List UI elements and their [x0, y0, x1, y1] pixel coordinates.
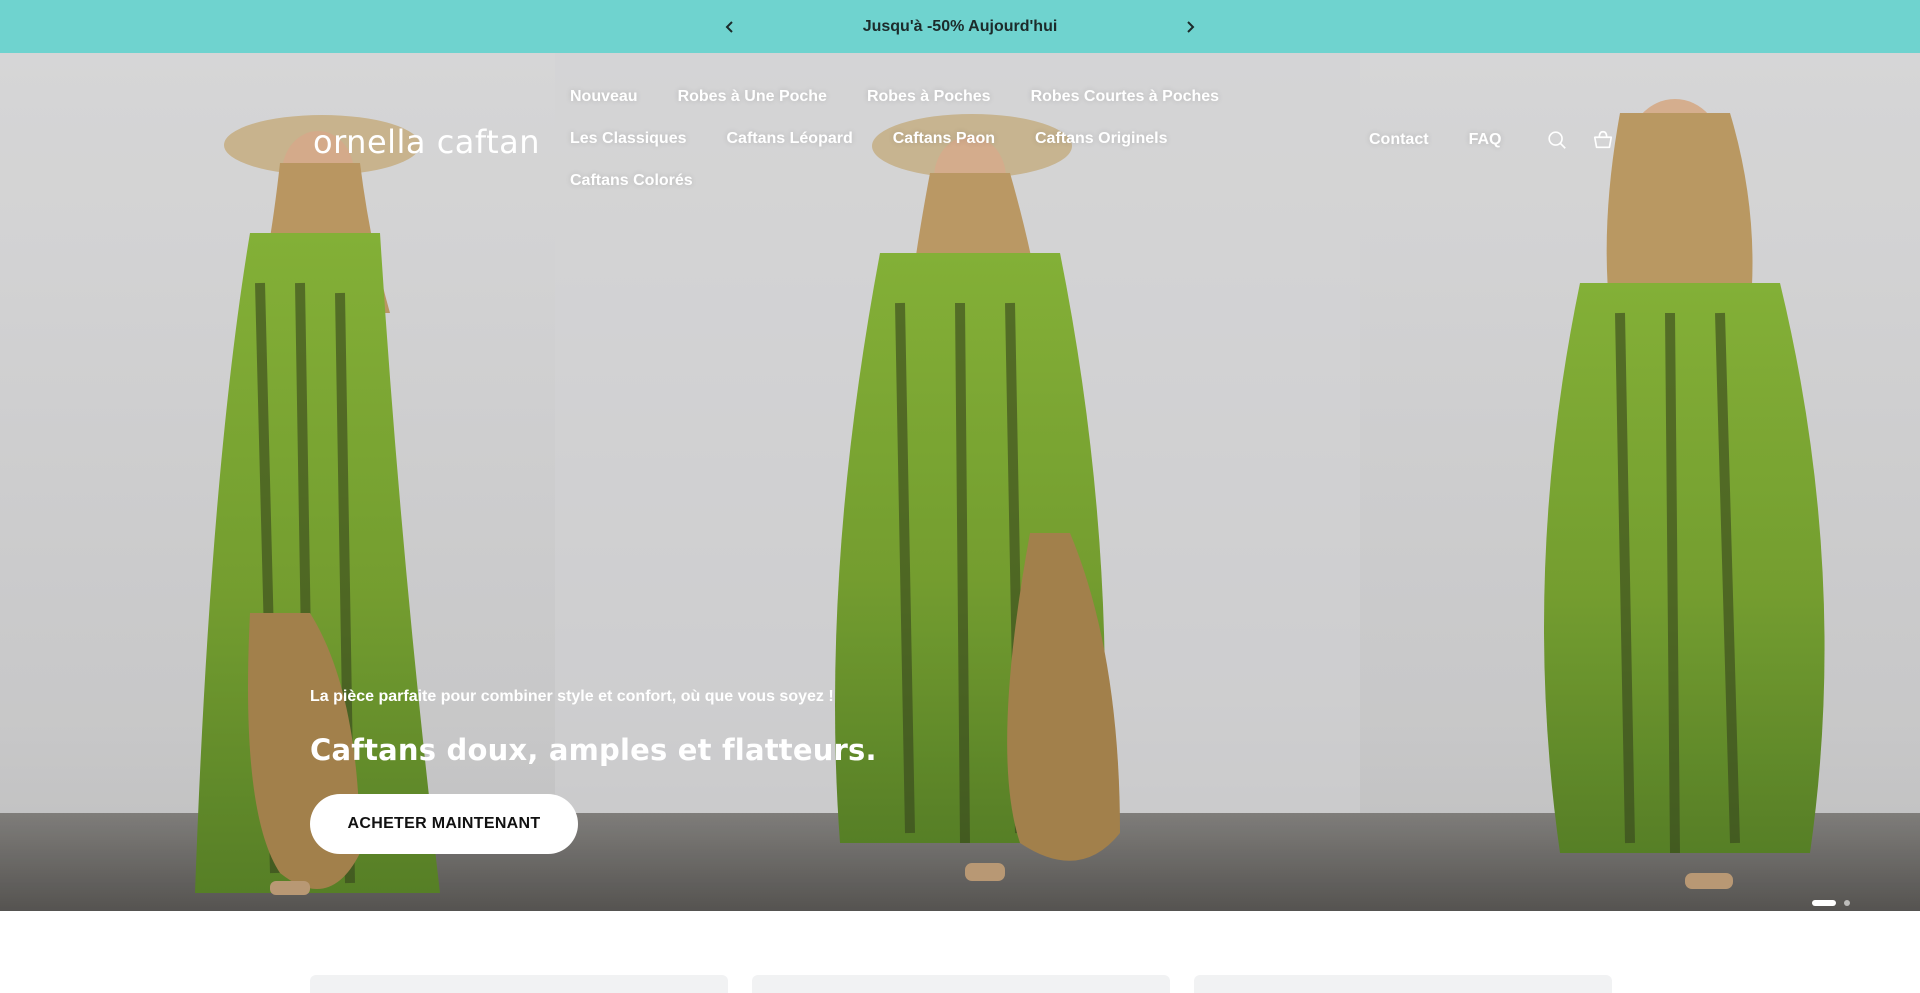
- shop-now-button[interactable]: ACHETER MAINTENANT: [310, 794, 578, 854]
- nav-item-leopard[interactable]: Caftans Léopard: [727, 128, 853, 150]
- nav-item-contact[interactable]: Contact: [1369, 129, 1429, 151]
- slide-dot[interactable]: [1844, 900, 1850, 906]
- hero-title: Caftans doux, amples et flatteurs.: [310, 733, 877, 767]
- slide-dot[interactable]: [1812, 900, 1836, 906]
- basket-icon[interactable]: [1591, 128, 1615, 152]
- site-header: ornella caftan Nouveau Robes à Une Poche…: [0, 53, 1920, 203]
- nav-item-originels[interactable]: Caftans Originels: [1035, 128, 1167, 150]
- collection-card[interactable]: [752, 975, 1170, 993]
- collection-cards: [310, 975, 1612, 993]
- announcement-bar: Jusqu'à -50% Aujourd'hui: [0, 0, 1920, 53]
- brand-logo[interactable]: ornella caftan: [313, 123, 540, 161]
- announcement-text: Jusqu'à -50% Aujourd'hui: [862, 17, 1058, 35]
- search-icon[interactable]: [1545, 128, 1569, 152]
- nav-item-faq[interactable]: FAQ: [1469, 129, 1502, 151]
- hero-content: La pièce parfaite pour combiner style et…: [310, 688, 877, 854]
- header-actions: Contact FAQ: [1369, 128, 1633, 152]
- collection-card[interactable]: [310, 975, 728, 993]
- nav-item-robes-une-poche[interactable]: Robes à Une Poche: [678, 86, 827, 108]
- collection-card[interactable]: [1194, 975, 1612, 993]
- nav-item-robes-poches[interactable]: Robes à Poches: [867, 86, 991, 108]
- nav-item-paon[interactable]: Caftans Paon: [893, 128, 995, 150]
- nav-item-classiques[interactable]: Les Classiques: [570, 128, 687, 150]
- slide-dots: [1812, 900, 1850, 906]
- chevron-left-icon[interactable]: [716, 13, 744, 41]
- hero-subtitle: La pièce parfaite pour combiner style et…: [310, 688, 834, 705]
- nav-item-nouveau[interactable]: Nouveau: [570, 86, 638, 108]
- nav-item-colores[interactable]: Caftans Colorés: [570, 170, 693, 192]
- chevron-right-icon[interactable]: [1176, 13, 1204, 41]
- main-nav: Nouveau Robes à Une Poche Robes à Poches…: [570, 86, 1250, 192]
- nav-item-robes-courtes[interactable]: Robes Courtes à Poches: [1031, 86, 1220, 108]
